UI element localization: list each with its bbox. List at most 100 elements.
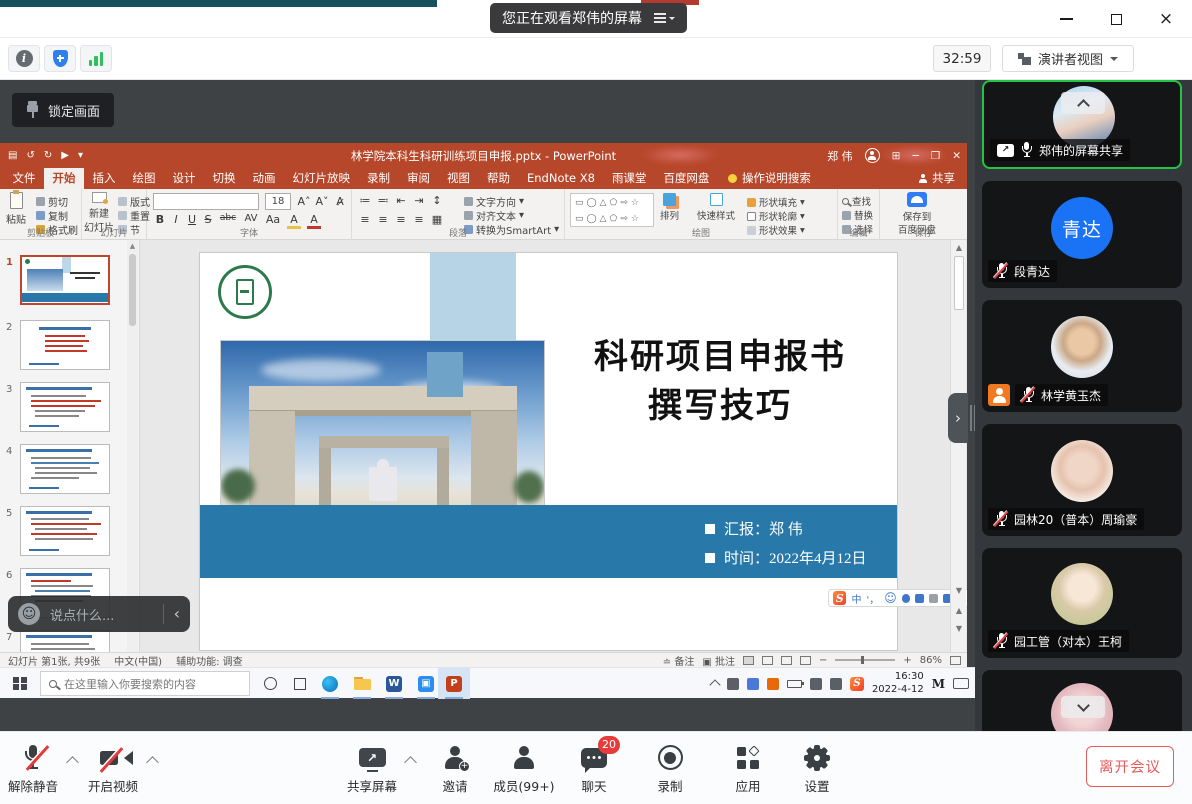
network-quality-button[interactable]	[80, 45, 112, 72]
justify-button[interactable]: ≡	[412, 213, 426, 226]
tray-app-icon[interactable]	[747, 678, 759, 690]
numbering-button[interactable]: ≕	[376, 194, 390, 207]
network-icon[interactable]	[810, 678, 822, 690]
zoom-slider[interactable]	[835, 659, 895, 661]
align-text-button[interactable]: 对齐文本 ▾	[464, 208, 524, 223]
maximize-button[interactable]	[1102, 7, 1130, 31]
lock-screen-button[interactable]: 锁定画面	[12, 93, 114, 127]
underline-button[interactable]: U	[185, 213, 199, 226]
shape-outline-button[interactable]: 形状轮廓 ▾	[747, 209, 805, 223]
char-spacing-button[interactable]: AV	[241, 213, 261, 224]
replace-button[interactable]: 替换	[842, 208, 873, 222]
chat-input-placeholder[interactable]: 说点什么...	[50, 605, 153, 624]
ppt-close-button[interactable]: ✕	[952, 150, 961, 162]
close-button[interactable]: ×	[1152, 7, 1180, 31]
ppt-restore-button[interactable]: ❒	[931, 150, 940, 162]
scroll-down-arrow[interactable]: ▼	[951, 586, 967, 595]
tab-record[interactable]: 录制	[359, 168, 399, 189]
layout-button[interactable]: 版式	[118, 194, 150, 209]
tab-endnote[interactable]: EndNote X8	[519, 168, 604, 189]
ribbon-display-options-icon[interactable]: ⊞	[892, 150, 901, 162]
fullscreen-button[interactable]	[1154, 46, 1180, 72]
slide-canvas[interactable]: 科研项目申报书 撰写技巧 汇报：郑 伟 时间：2022年4月12日	[200, 253, 897, 650]
line-spacing-button[interactable]: ↕	[430, 194, 444, 207]
sidebar-collapse-button[interactable]: ›	[948, 393, 968, 443]
tab-transitions[interactable]: 切换	[204, 168, 244, 189]
comments-button[interactable]: ▣ 批注	[702, 653, 735, 668]
participant-tile[interactable]: 园工管（对本）王柯	[982, 548, 1182, 658]
participants-scroll-up-button[interactable]	[1061, 92, 1105, 114]
tray-mic-icon[interactable]	[727, 678, 739, 690]
slide-thumbnail-5[interactable]	[20, 506, 110, 556]
punctuation-icon[interactable]: '，	[866, 591, 879, 606]
ppt-scrollbar[interactable]: ▲ ▼ ▲ ▼	[950, 240, 966, 652]
scrollbar-thumb[interactable]	[954, 256, 964, 310]
tab-animations[interactable]: 动画	[244, 168, 284, 189]
voice-icon[interactable]	[902, 594, 911, 603]
volume-icon[interactable]	[830, 678, 842, 690]
tray-person-icon[interactable]	[767, 678, 779, 690]
banner-menu-icon[interactable]	[654, 13, 675, 23]
next-slide-button[interactable]: ▼	[951, 624, 967, 633]
invite-button[interactable]: + 邀请	[417, 744, 493, 795]
apps-button[interactable]: 应用	[710, 744, 786, 795]
language-indicator[interactable]: 中文(中国)	[114, 653, 162, 668]
clear-format-button[interactable]: A̷	[333, 195, 347, 208]
scroll-up-arrow[interactable]: ▲	[127, 242, 138, 250]
cut-button[interactable]: 剪切	[36, 194, 68, 209]
chat-button[interactable]: 20 聊天	[556, 744, 632, 795]
taskbar-meeting-app[interactable]: ▣	[412, 668, 440, 699]
keyboard-icon[interactable]	[915, 594, 924, 603]
redo-icon[interactable]: ↻	[44, 150, 52, 161]
align-center-button[interactable]: ≡	[376, 213, 390, 226]
zoom-in-button[interactable]: +	[903, 655, 911, 666]
normal-view-button[interactable]	[743, 656, 754, 665]
bullets-button[interactable]: ≔	[358, 194, 372, 207]
grow-font-button[interactable]: A˄	[297, 195, 311, 208]
slide-sorter-view-button[interactable]	[762, 656, 773, 665]
ppt-share-button[interactable]: 共享	[906, 168, 967, 189]
tab-design[interactable]: 设计	[164, 168, 204, 189]
meeting-info-button[interactable]: i	[8, 45, 40, 72]
italic-button[interactable]: I	[169, 213, 183, 226]
qat-customize-icon[interactable]: ▾	[78, 150, 83, 161]
font-size-box[interactable]: 18	[265, 193, 291, 210]
share-screen-button[interactable]: ↗ 共享屏幕	[334, 744, 410, 795]
text-direction-button[interactable]: 文字方向 ▾	[464, 194, 524, 209]
shape-fill-button[interactable]: 形状填充 ▾	[747, 195, 805, 209]
shrink-font-button[interactable]: A˅	[315, 195, 329, 208]
collapse-chevron-icon[interactable]: ‹	[174, 606, 180, 622]
tell-me-search[interactable]: 操作说明搜索	[718, 168, 821, 189]
emoji-icon[interactable]: ☺	[884, 591, 897, 605]
notes-button[interactable]: ≐ 备注	[663, 653, 695, 668]
sogou-logo-icon[interactable]: S	[833, 591, 846, 605]
quick-chat-bubble[interactable]: ☺ 说点什么... ‹	[8, 596, 190, 632]
tab-home[interactable]: 开始	[44, 168, 84, 189]
participant-tile[interactable]: 园林20（普本）周瑜豪	[982, 424, 1182, 536]
text-shadow-button[interactable]: abc	[217, 213, 239, 223]
thumbnail-scrollbar[interactable]: ▲	[127, 240, 138, 652]
shapes-gallery[interactable]: ▭◯△⬠⇨☆▭◯△⬠⇨☆	[570, 193, 654, 227]
reading-view-button[interactable]	[781, 656, 792, 665]
slideshow-icon[interactable]: ▶	[61, 150, 69, 161]
strikethrough-button[interactable]: S	[201, 213, 215, 226]
fit-slide-button[interactable]	[950, 656, 961, 665]
tray-expand-chevron[interactable]	[709, 679, 720, 690]
battery-icon[interactable]	[787, 680, 802, 688]
taskbar-explorer[interactable]	[348, 668, 376, 699]
ime-toolbar[interactable]: S 中 '， ☺	[828, 589, 967, 607]
taskbar-edge[interactable]	[316, 668, 344, 699]
view-mode-selector[interactable]: 演讲者视图	[1002, 45, 1134, 72]
watching-screen-banner[interactable]: 您正在观看郑伟的屏幕	[490, 3, 687, 33]
arrange-button[interactable]: 排列	[660, 193, 679, 222]
save-icon[interactable]: ▤	[8, 150, 17, 161]
undo-icon[interactable]: ↺	[26, 150, 34, 161]
ppt-account-avatar[interactable]	[865, 148, 880, 163]
sogou-tray-icon[interactable]: S	[850, 677, 864, 691]
tab-draw[interactable]: 绘图	[124, 168, 164, 189]
minimize-button[interactable]	[1052, 7, 1080, 31]
paste-button[interactable]: 粘贴	[6, 192, 26, 226]
cortana-button[interactable]	[258, 668, 282, 699]
tab-insert[interactable]: 插入	[84, 168, 124, 189]
participant-tile[interactable]: 林学黄玉杰	[982, 300, 1182, 412]
